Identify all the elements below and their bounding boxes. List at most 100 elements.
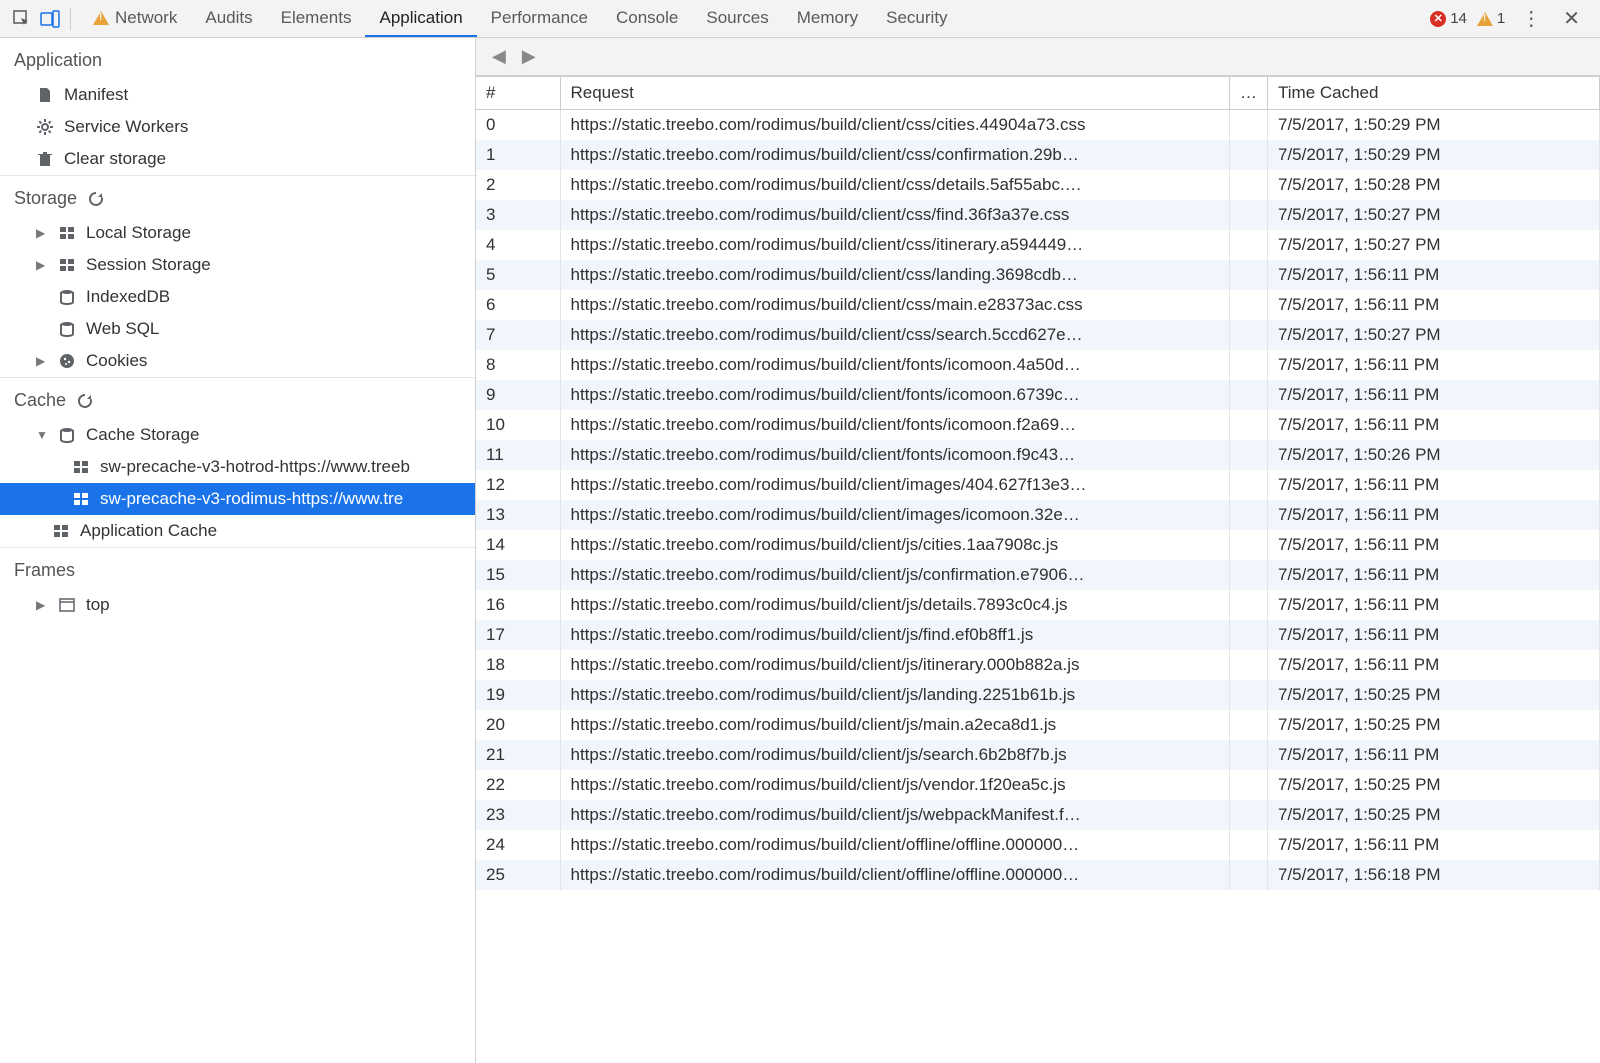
table-row[interactable]: 9https://static.treebo.com/rodimus/build… — [476, 380, 1600, 410]
cell-num: 0 — [476, 110, 560, 141]
cache-entry-hotrod[interactable]: sw-precache-v3-hotrod-https://www.treeb — [0, 451, 475, 483]
col-header-more[interactable]: … — [1230, 77, 1268, 110]
table-row[interactable]: 7https://static.treebo.com/rodimus/build… — [476, 320, 1600, 350]
refresh-icon[interactable] — [76, 392, 94, 410]
sidebar-item-websql[interactable]: ▶ Web SQL — [0, 313, 475, 345]
sidebar-item-application-cache[interactable]: Application Cache — [0, 515, 475, 547]
sidebar-item-manifest[interactable]: Manifest — [0, 79, 475, 111]
cell-request: https://static.treebo.com/rodimus/build/… — [560, 680, 1230, 710]
cell-more — [1230, 200, 1268, 230]
table-row[interactable]: 12https://static.treebo.com/rodimus/buil… — [476, 470, 1600, 500]
table-row[interactable]: 18https://static.treebo.com/rodimus/buil… — [476, 650, 1600, 680]
cell-request: https://static.treebo.com/rodimus/build/… — [560, 500, 1230, 530]
cell-time: 7/5/2017, 1:50:25 PM — [1268, 770, 1600, 800]
cell-num: 19 — [476, 680, 560, 710]
sidebar-item-indexeddb[interactable]: ▶ IndexedDB — [0, 281, 475, 313]
collapse-icon[interactable]: ▼ — [36, 428, 46, 442]
col-header-request[interactable]: Request — [560, 77, 1230, 110]
sidebar-item-local-storage[interactable]: ▶ Local Storage — [0, 217, 475, 249]
tab-console[interactable]: Console — [602, 0, 692, 37]
table-row[interactable]: 17https://static.treebo.com/rodimus/buil… — [476, 620, 1600, 650]
table-row[interactable]: 25https://static.treebo.com/rodimus/buil… — [476, 860, 1600, 890]
cache-toolbar: ◀ ▶ — [476, 38, 1600, 76]
table-row[interactable]: 1https://static.treebo.com/rodimus/build… — [476, 140, 1600, 170]
refresh-icon[interactable] — [87, 190, 105, 208]
sidebar-item-service-workers[interactable]: Service Workers — [0, 111, 475, 143]
nav-forward-icon[interactable]: ▶ — [522, 46, 536, 67]
sidebar-item-cookies[interactable]: ▶ Cookies — [0, 345, 475, 377]
warning-count-badge[interactable]: 1 — [1477, 10, 1505, 27]
table-row[interactable]: 4https://static.treebo.com/rodimus/build… — [476, 230, 1600, 260]
tab-application[interactable]: Application — [365, 0, 476, 37]
expand-icon[interactable]: ▶ — [36, 354, 46, 368]
col-header-num[interactable]: # — [476, 77, 560, 110]
table-row[interactable]: 6https://static.treebo.com/rodimus/build… — [476, 290, 1600, 320]
cell-more — [1230, 590, 1268, 620]
table-row[interactable]: 14https://static.treebo.com/rodimus/buil… — [476, 530, 1600, 560]
tab-memory[interactable]: Memory — [783, 0, 872, 37]
expand-icon[interactable]: ▶ — [36, 598, 46, 612]
tab-audits[interactable]: Audits — [191, 0, 266, 37]
sidebar-item-frame-top[interactable]: ▶ top — [0, 589, 475, 621]
cell-num: 2 — [476, 170, 560, 200]
table-row[interactable]: 3https://static.treebo.com/rodimus/build… — [476, 200, 1600, 230]
cell-more — [1230, 680, 1268, 710]
table-row[interactable]: 8https://static.treebo.com/rodimus/build… — [476, 350, 1600, 380]
sidebar-item-cache-storage[interactable]: ▼ Cache Storage — [0, 419, 475, 451]
tab-security[interactable]: Security — [872, 0, 961, 37]
cell-num: 14 — [476, 530, 560, 560]
table-row[interactable]: 20https://static.treebo.com/rodimus/buil… — [476, 710, 1600, 740]
table-row[interactable]: 15https://static.treebo.com/rodimus/buil… — [476, 560, 1600, 590]
table-row[interactable]: 0https://static.treebo.com/rodimus/build… — [476, 110, 1600, 141]
sidebar-item-clear-storage[interactable]: Clear storage — [0, 143, 475, 175]
cache-entry-rodimus[interactable]: sw-precache-v3-rodimus-https://www.tre — [0, 483, 475, 515]
cell-time: 7/5/2017, 1:50:29 PM — [1268, 140, 1600, 170]
cell-time: 7/5/2017, 1:56:11 PM — [1268, 290, 1600, 320]
table-row[interactable]: 22https://static.treebo.com/rodimus/buil… — [476, 770, 1600, 800]
more-menu-icon[interactable]: ⋮ — [1515, 6, 1547, 31]
cell-num: 9 — [476, 380, 560, 410]
cell-time: 7/5/2017, 1:56:11 PM — [1268, 830, 1600, 860]
table-row[interactable]: 21https://static.treebo.com/rodimus/buil… — [476, 740, 1600, 770]
cell-time: 7/5/2017, 1:56:11 PM — [1268, 350, 1600, 380]
close-devtools-icon[interactable]: ✕ — [1557, 6, 1586, 31]
cell-num: 6 — [476, 290, 560, 320]
sidebar-item-session-storage[interactable]: ▶ Session Storage — [0, 249, 475, 281]
tab-network[interactable]: Network — [79, 0, 191, 37]
table-row[interactable]: 23https://static.treebo.com/rodimus/buil… — [476, 800, 1600, 830]
tab-elements[interactable]: Elements — [267, 0, 366, 37]
cell-time: 7/5/2017, 1:56:11 PM — [1268, 530, 1600, 560]
cell-more — [1230, 350, 1268, 380]
cell-time: 7/5/2017, 1:50:25 PM — [1268, 800, 1600, 830]
table-row[interactable]: 16https://static.treebo.com/rodimus/buil… — [476, 590, 1600, 620]
table-row[interactable]: 24https://static.treebo.com/rodimus/buil… — [476, 830, 1600, 860]
cell-request: https://static.treebo.com/rodimus/build/… — [560, 470, 1230, 500]
cell-request: https://static.treebo.com/rodimus/build/… — [560, 830, 1230, 860]
cell-more — [1230, 860, 1268, 890]
application-sidebar: Application Manifest Service Workers Cle… — [0, 38, 476, 1063]
table-row[interactable]: 11https://static.treebo.com/rodimus/buil… — [476, 440, 1600, 470]
cell-num: 12 — [476, 470, 560, 500]
cell-request: https://static.treebo.com/rodimus/build/… — [560, 620, 1230, 650]
cell-num: 23 — [476, 800, 560, 830]
expand-icon[interactable]: ▶ — [36, 258, 46, 272]
cell-time: 7/5/2017, 1:56:11 PM — [1268, 590, 1600, 620]
cell-time: 7/5/2017, 1:56:11 PM — [1268, 380, 1600, 410]
device-toggle-icon[interactable] — [36, 5, 64, 33]
tab-performance[interactable]: Performance — [477, 0, 602, 37]
inspect-element-icon[interactable] — [8, 5, 36, 33]
expand-icon[interactable]: ▶ — [36, 226, 46, 240]
error-count-badge[interactable]: ✕ 14 — [1430, 10, 1467, 27]
col-header-time[interactable]: Time Cached — [1268, 77, 1600, 110]
cell-request: https://static.treebo.com/rodimus/build/… — [560, 200, 1230, 230]
cell-request: https://static.treebo.com/rodimus/build/… — [560, 710, 1230, 740]
table-row[interactable]: 2https://static.treebo.com/rodimus/build… — [476, 170, 1600, 200]
table-row[interactable]: 5https://static.treebo.com/rodimus/build… — [476, 260, 1600, 290]
nav-back-icon[interactable]: ◀ — [492, 46, 506, 67]
table-row[interactable]: 10https://static.treebo.com/rodimus/buil… — [476, 410, 1600, 440]
tab-sources[interactable]: Sources — [692, 0, 782, 37]
warning-icon — [93, 11, 109, 25]
section-storage: Storage — [0, 176, 475, 217]
table-row[interactable]: 19https://static.treebo.com/rodimus/buil… — [476, 680, 1600, 710]
table-row[interactable]: 13https://static.treebo.com/rodimus/buil… — [476, 500, 1600, 530]
